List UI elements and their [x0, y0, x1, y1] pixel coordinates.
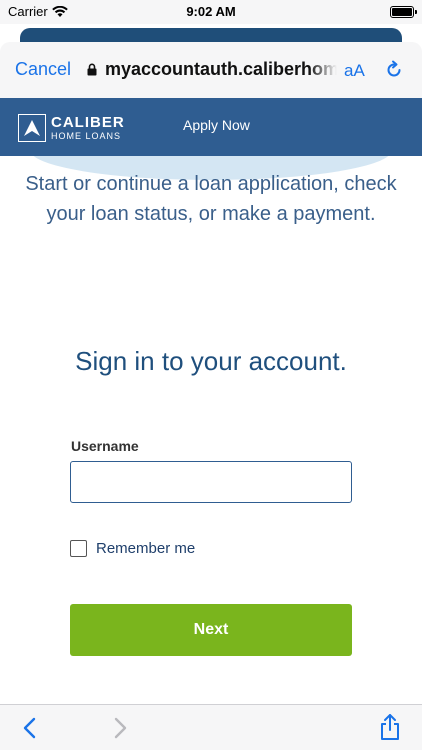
lock-icon	[87, 63, 97, 76]
intro-text: Start or continue a loan application, ch…	[25, 173, 397, 225]
username-label: Username	[71, 438, 139, 454]
logo-line-1: CALIBER	[51, 114, 125, 131]
url-field[interactable]: myaccountauth.caliberhomeloans.com	[105, 59, 337, 80]
back-arrow-icon[interactable]	[22, 717, 38, 739]
battery-icon	[390, 6, 417, 18]
site-header: CALIBER HOME LOANS Apply Now	[0, 98, 422, 156]
reload-icon[interactable]	[384, 60, 404, 80]
username-input[interactable]	[70, 461, 352, 503]
apply-now-link[interactable]: Apply Now	[183, 117, 250, 133]
remember-me-option[interactable]: Remember me	[70, 540, 195, 557]
clock: 9:02 AM	[186, 4, 236, 19]
caliber-logo-mark-icon	[18, 114, 46, 142]
share-icon[interactable]	[378, 713, 402, 741]
text-size-button[interactable]: aA	[344, 61, 365, 81]
next-button[interactable]: Next	[70, 604, 352, 656]
remember-me-checkbox[interactable]	[70, 540, 87, 557]
caliber-logo[interactable]: CALIBER HOME LOANS	[18, 111, 143, 145]
logo-line-2: HOME LOANS	[51, 131, 122, 141]
forward-arrow-icon[interactable]	[112, 717, 128, 739]
cancel-button[interactable]: Cancel	[15, 59, 71, 80]
logo-text: CALIBER HOME LOANS	[51, 115, 125, 141]
browser-toolbar	[0, 704, 422, 750]
remember-me-label: Remember me	[96, 540, 196, 557]
browser-address-bar: Cancel myaccountauth.caliberhomeloans.co…	[0, 42, 422, 98]
status-bar: Carrier 9:02 AM	[0, 0, 422, 24]
signin-title: Sign in to your account.	[75, 346, 347, 376]
